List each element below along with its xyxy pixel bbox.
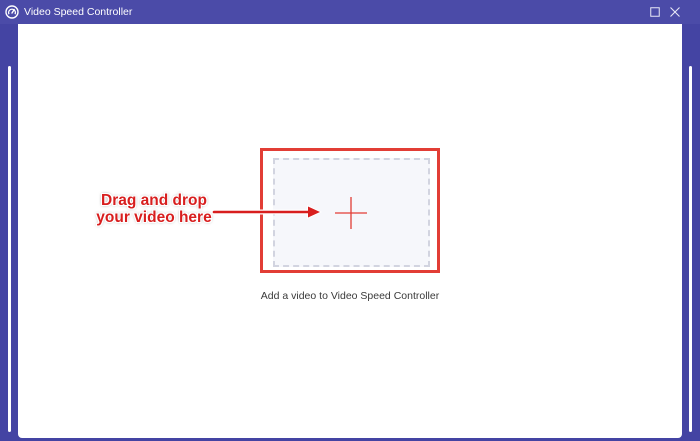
annotation-line-2: your video here bbox=[96, 209, 212, 226]
frame-edge-left bbox=[8, 66, 11, 432]
maximize-icon bbox=[650, 7, 660, 17]
maximize-button[interactable] bbox=[646, 3, 664, 21]
close-icon bbox=[670, 7, 680, 17]
plus-icon[interactable] bbox=[335, 197, 367, 229]
add-video-caption: Add a video to Video Speed Controller bbox=[260, 290, 440, 302]
annotation-line-1: Drag and drop bbox=[101, 192, 207, 209]
window-title: Video Speed Controller bbox=[24, 6, 133, 18]
app-window: Video Speed Controller Drag and drop you… bbox=[0, 0, 700, 441]
speedometer-icon bbox=[5, 5, 19, 19]
frame-edge-right bbox=[689, 66, 692, 432]
close-button[interactable] bbox=[666, 3, 684, 21]
drag-drop-annotation: Drag and drop your video here bbox=[90, 192, 218, 226]
video-drop-zone[interactable] bbox=[273, 158, 430, 267]
title-bar[interactable]: Video Speed Controller bbox=[0, 0, 700, 24]
main-panel: Drag and drop your video here Add a vide… bbox=[18, 24, 682, 438]
